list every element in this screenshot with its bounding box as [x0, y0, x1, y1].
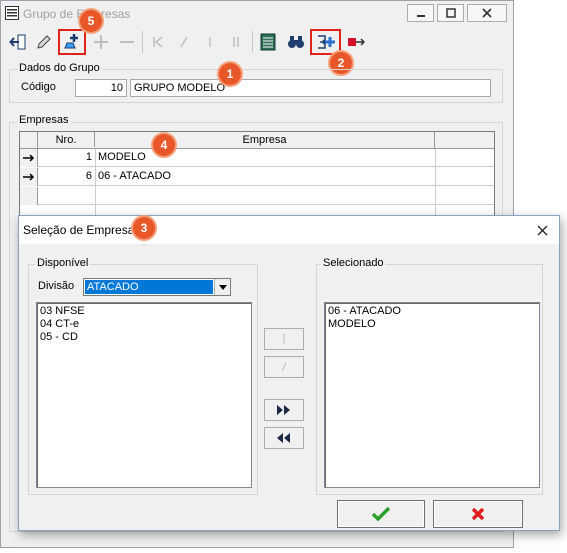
next-disabled-icon [197, 31, 223, 53]
col-divider [435, 149, 436, 220]
callout-badge-1: 1 [219, 63, 241, 85]
move-all-right-button[interactable] [264, 399, 304, 421]
codigo-label: Código [21, 81, 56, 93]
list-item[interactable]: 03 NFSE [40, 305, 248, 318]
remove-company-icon[interactable] [343, 31, 369, 53]
prior-disabled-icon [171, 31, 197, 53]
ok-button[interactable] [337, 500, 425, 528]
pencil-icon[interactable] [31, 31, 57, 53]
close-button[interactable] [467, 4, 507, 22]
x-icon [471, 507, 485, 521]
move-left-button[interactable] [264, 356, 304, 378]
exit-icon[interactable] [5, 31, 31, 53]
col-divider [95, 149, 96, 220]
binoculars-icon[interactable] [283, 31, 309, 53]
add-disabled-icon [88, 31, 114, 53]
callout-badge-3: 3 [133, 217, 155, 239]
divisao-label: Divisão [38, 280, 75, 292]
dialog-title: Seleção de Empresa [23, 223, 135, 237]
row-indicator-arrow-icon [20, 149, 38, 167]
list-item[interactable]: 06 - ATACADO [328, 305, 536, 318]
app-icon [5, 6, 19, 20]
last-disabled-icon [223, 31, 249, 53]
list-item[interactable]: 04 CT-e [40, 318, 248, 331]
dados-grupo-legend: Dados do Grupo [17, 62, 102, 74]
row-nro: 1 [85, 151, 92, 163]
codigo-field[interactable]: 10 [75, 79, 127, 97]
selecao-empresa-dialog: Seleção de Empresa 3 Disponível Divisão … [18, 215, 560, 531]
move-all-left-button[interactable] [264, 427, 304, 449]
table-row[interactable]: 6 06 - ATACADO [20, 168, 494, 186]
list-icon[interactable] [255, 31, 281, 53]
empresas-legend: Empresas [17, 114, 71, 126]
col-nro-header[interactable]: Nro. [38, 132, 95, 147]
title-bar: Grupo de Empresas [1, 1, 513, 27]
chevron-down-icon[interactable] [214, 279, 230, 295]
selecionado-listbox[interactable]: 06 - ATACADO MODELO [324, 302, 540, 488]
move-right-button[interactable] [264, 328, 304, 350]
minimize-button[interactable] [407, 4, 434, 22]
row-empresa: 06 - ATACADO [98, 170, 171, 182]
row-indicator-arrow-icon [20, 168, 38, 186]
row-nro: 6 [85, 170, 92, 182]
dialog-close-icon[interactable] [527, 220, 557, 240]
col-empresa-header[interactable]: Empresa [95, 132, 435, 149]
grid-corner [20, 132, 38, 149]
list-item[interactable]: 05 - CD [40, 331, 248, 344]
window-title: Grupo de Empresas [23, 7, 131, 21]
new-record-button[interactable] [58, 29, 86, 55]
check-icon [372, 507, 390, 521]
row-empresa: MODELO [98, 151, 146, 163]
row-indicator [20, 187, 38, 205]
selecionado-legend: Selecionado [321, 257, 386, 269]
callout-badge-5: 5 [80, 10, 102, 32]
first-disabled-icon [145, 31, 171, 53]
toolbar-separator [142, 31, 143, 53]
callout-badge-4: 4 [153, 134, 175, 156]
grupo-nome-field[interactable]: GRUPO MODELO [130, 79, 491, 97]
list-item[interactable]: MODELO [328, 318, 536, 331]
dialog-title-bar: Seleção de Empresa [19, 216, 559, 244]
divisao-select[interactable]: ATACADO [83, 278, 231, 296]
add-company-button[interactable] [310, 29, 341, 55]
table-row[interactable]: 1 MODELO [20, 149, 494, 167]
maximize-button[interactable] [437, 4, 464, 22]
divisao-selected-value: ATACADO [85, 280, 213, 294]
remove-disabled-icon [114, 31, 140, 53]
toolbar-separator [252, 31, 253, 53]
empresas-grid[interactable]: Nro. Empresa 1 MODELO 6 06 - ATACADO [19, 131, 495, 221]
cancel-button[interactable] [433, 500, 523, 528]
table-row[interactable] [20, 187, 494, 205]
disponivel-listbox[interactable]: 03 NFSE 04 CT-e 05 - CD [36, 302, 252, 488]
disponivel-legend: Disponível [35, 257, 91, 269]
